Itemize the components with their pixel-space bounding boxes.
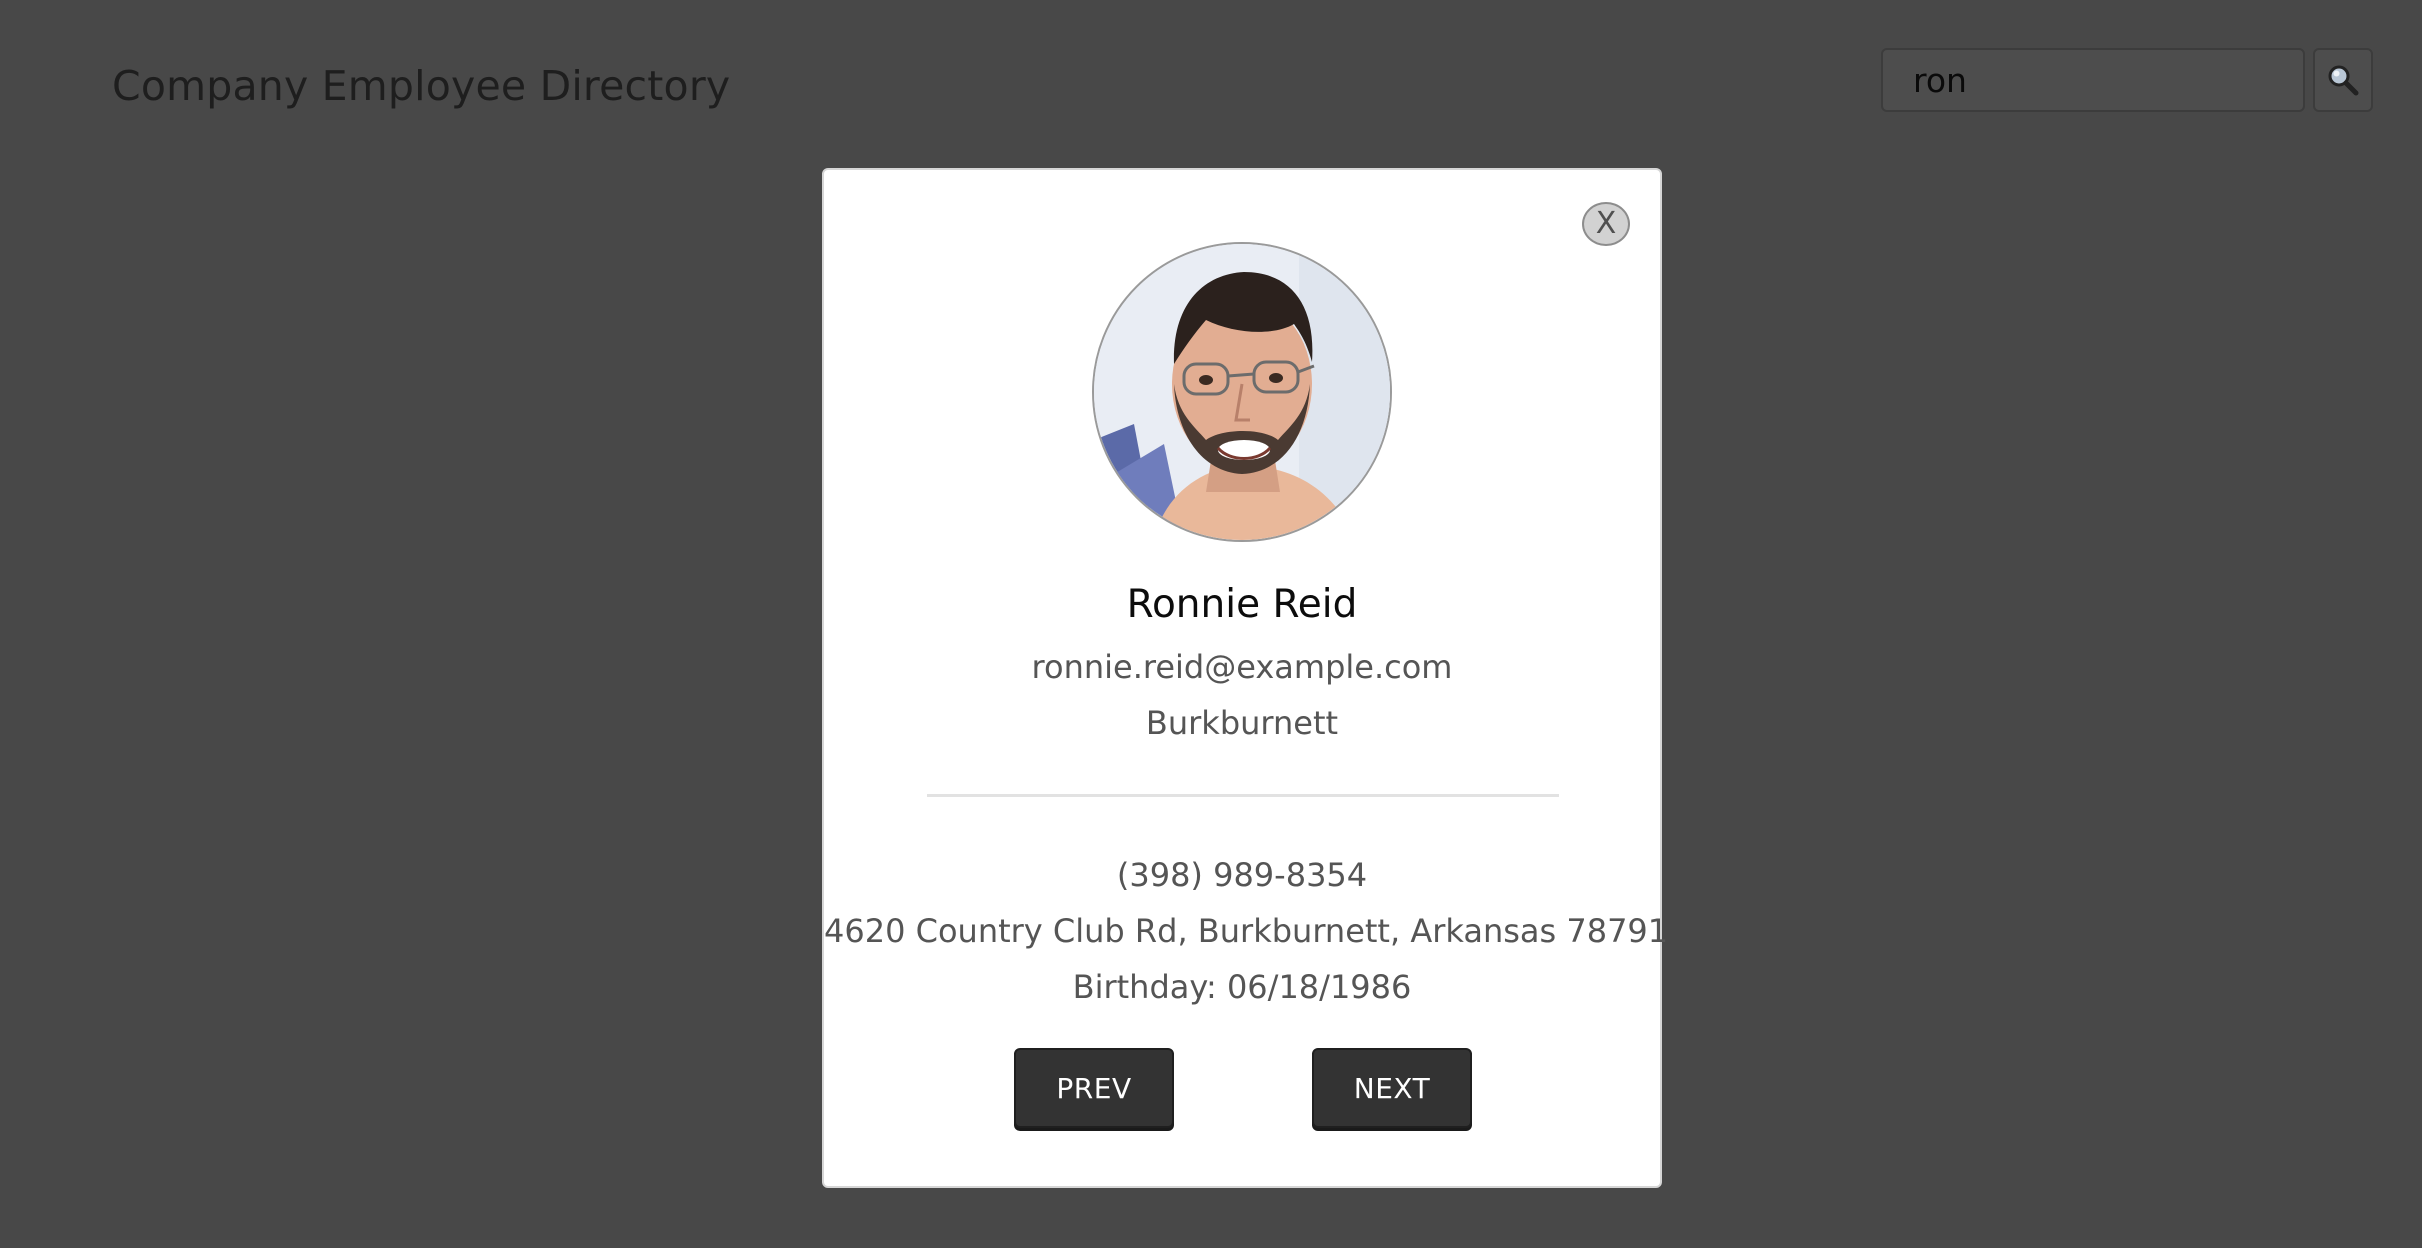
employee-city: Burkburnett [1145, 704, 1339, 742]
prev-button[interactable]: PREV [1014, 1048, 1174, 1128]
search-button[interactable] [2313, 48, 2373, 112]
employee-birthday: Birthday: 06/18/1986 [1072, 968, 1412, 1006]
employee-email: ronnie.reid@example.com [1031, 648, 1453, 686]
search-icon [2328, 65, 2359, 96]
next-button[interactable]: NEXT [1312, 1048, 1472, 1128]
search-input[interactable] [1881, 48, 2305, 112]
employee-photo [1094, 244, 1390, 540]
employee-name: Ronnie Reid [1126, 582, 1358, 627]
divider [927, 794, 1559, 797]
page: Company Employee Directory X [0, 0, 2422, 1248]
close-button[interactable]: X [1582, 202, 1630, 246]
employee-phone: (398) 989-8354 [1116, 856, 1368, 894]
employee-modal: X Ronnie Reid ronnie.reid@example.com Bu… [822, 168, 1669, 1188]
employee-address: 4620 Country Club Rd, Burkburnett, Arkan… [824, 912, 1669, 950]
page-title: Company Employee Directory [112, 62, 731, 110]
avatar [1092, 242, 1392, 542]
